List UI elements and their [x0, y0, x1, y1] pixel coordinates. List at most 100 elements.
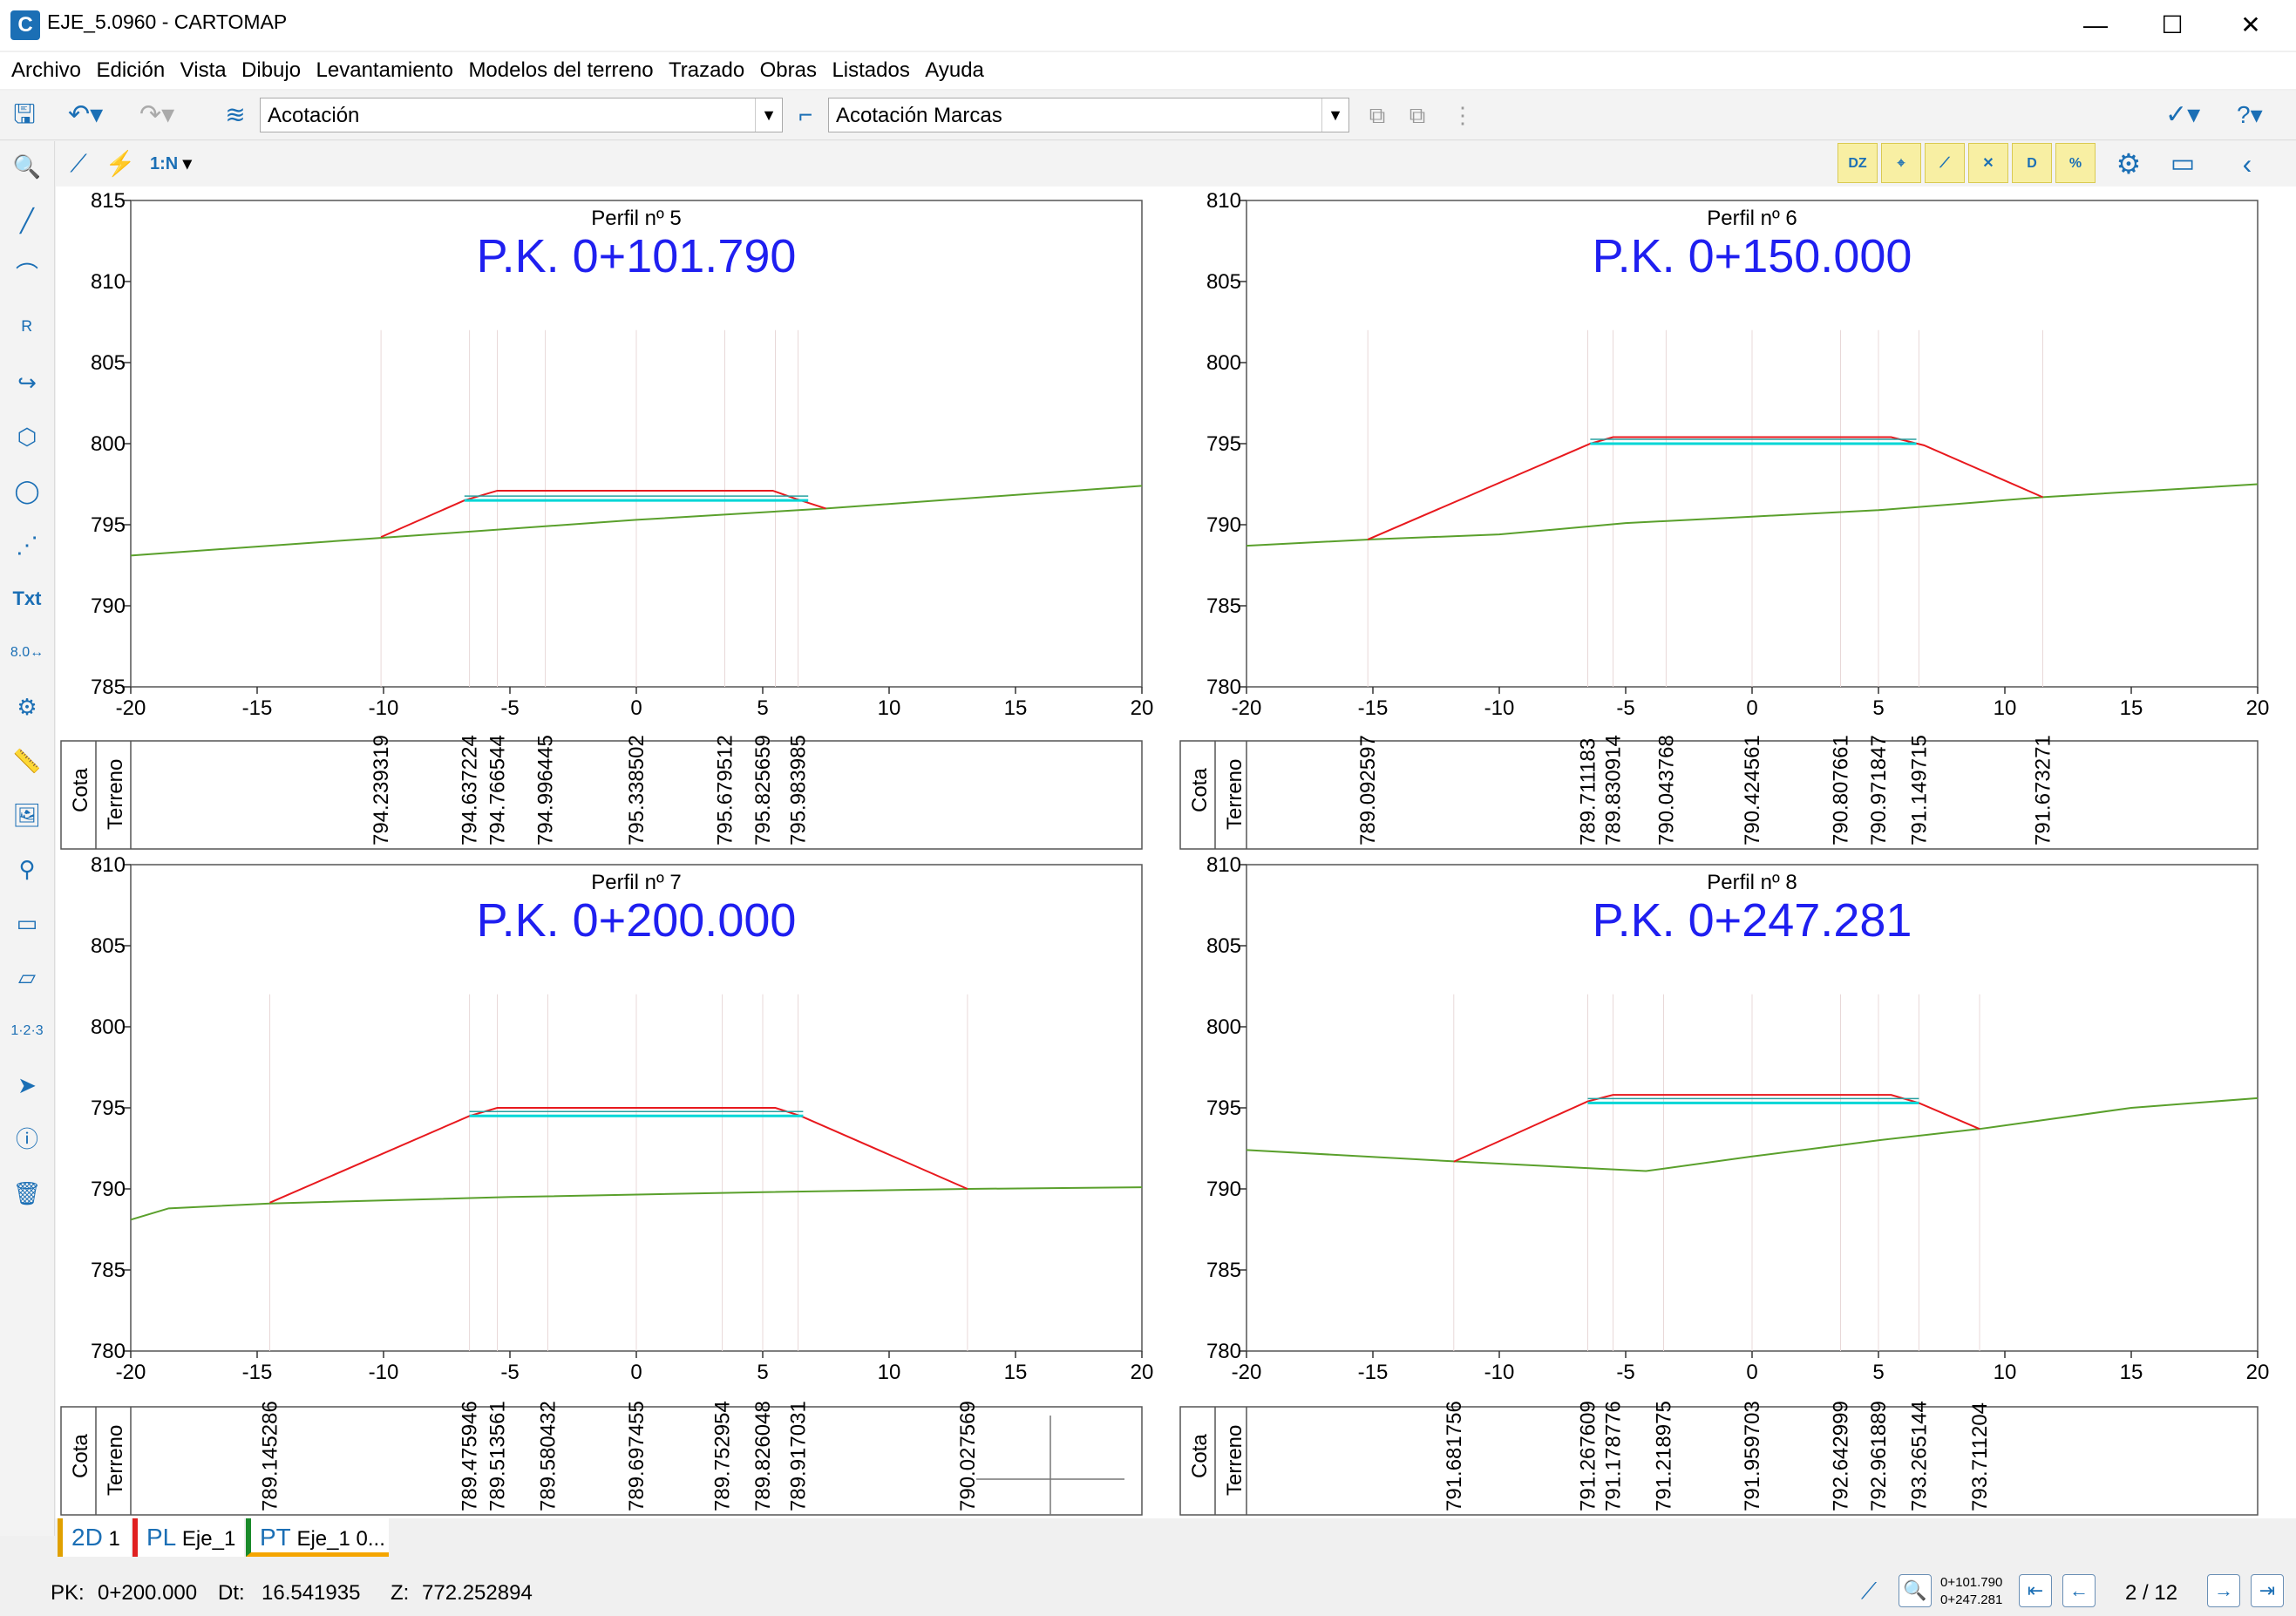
collapse-panel-icon[interactable]: ‹ [2228, 145, 2266, 183]
curve-icon[interactable]: ↪ [5, 361, 49, 404]
menu-ayuda[interactable]: Ayuda [914, 52, 984, 89]
zoom-profile-icon[interactable]: 🔍 [1899, 1574, 1932, 1607]
profile-calc-icon[interactable]: ⚡ [101, 145, 139, 183]
menu-levantamiento[interactable]: Levantamiento [305, 52, 453, 89]
elevation-label: 794.239319 [370, 735, 393, 845]
tab-pl[interactable]: PL Eje_1 [132, 1518, 244, 1557]
chevron-down-icon[interactable]: ▼ [1321, 98, 1348, 132]
pin-icon[interactable]: ⚲ [5, 847, 49, 891]
tab-2d[interactable]: 2D 1 [58, 1518, 131, 1557]
elevation-label: 792.961889 [1867, 1401, 1891, 1511]
elevation-label: 790.043768 [1654, 735, 1678, 845]
info-icon[interactable]: ⓘ [5, 1117, 49, 1161]
menu-obras[interactable]: Obras [749, 52, 817, 89]
snap-icon[interactable]: ⟋ [1851, 1574, 1886, 1607]
close-icon[interactable]: ✕ [2225, 5, 2277, 45]
x-tick-label: -10 [1484, 1361, 1515, 1384]
elevation-label: 794.766544 [486, 735, 510, 845]
intersection-icon[interactable]: ✕ [1968, 143, 2008, 183]
y-tick-label: 795 [1206, 432, 1241, 456]
tab-pt[interactable]: PT Eje_1 0... [246, 1518, 389, 1557]
numbering-icon[interactable]: 1·2·3 [5, 1009, 49, 1053]
row-title-cota: Cota [1188, 768, 1212, 812]
window-layout-icon[interactable]: ▭ [2164, 145, 2202, 183]
elevation-label: 789.475946 [459, 1401, 482, 1511]
ruler-icon[interactable]: 📏 [5, 739, 49, 783]
text-icon[interactable]: Txt [5, 577, 49, 621]
image-icon[interactable]: 🖼 [5, 793, 49, 837]
rectangle-icon[interactable]: ▭ [5, 901, 49, 945]
ungroup-icon[interactable]: ⧉ [1400, 99, 1435, 131]
x-tick-label: 20 [1131, 696, 1154, 720]
group-icon[interactable]: ⧉ [1360, 99, 1395, 131]
arc-icon[interactable]: ⌒ [5, 253, 49, 296]
menu-listados[interactable]: Listados [820, 52, 909, 89]
gear-icon[interactable]: ⚙ [2109, 145, 2148, 183]
scale-dropdown[interactable]: 1:N ▾ [150, 148, 220, 180]
redo-icon[interactable]: ↷▾ [139, 98, 192, 132]
elevation-label: 789.917031 [787, 1401, 811, 1511]
menu-trazado[interactable]: Trazado [657, 52, 744, 89]
last-page-icon[interactable]: ⇥ [2251, 1574, 2284, 1607]
style-combo[interactable]: Acotación Marcas ▼ [828, 98, 1349, 132]
trash-icon[interactable]: 🗑 [5, 1171, 49, 1215]
pk-range: 0+101.790 0+247.281 [1940, 1574, 2002, 1609]
page-indicator: 2 / 12 [2125, 1581, 2178, 1605]
layer-combo[interactable]: Acotación ▼ [260, 98, 783, 132]
elevation-label: 795.338502 [625, 735, 649, 845]
undo-icon[interactable]: ↶▾ [68, 98, 120, 132]
x-tick-label: 10 [878, 1361, 901, 1384]
maximize-icon[interactable]: ☐ [2146, 5, 2198, 45]
chevron-down-icon[interactable]: ▼ [755, 98, 782, 132]
dz-button[interactable]: DZ [1837, 143, 1878, 183]
circle-icon[interactable]: ◯ [5, 469, 49, 513]
elevation-label: 793.711204 [1968, 1402, 1992, 1511]
menu-dibujo[interactable]: Dibujo [230, 52, 301, 89]
x-tick-label: -20 [1232, 1361, 1262, 1384]
dt-label: Dt: [218, 1581, 245, 1605]
next-page-icon[interactable]: → [2207, 1574, 2240, 1607]
percent-button[interactable]: % [2055, 143, 2096, 183]
dimension-icon[interactable]: 8.0↔ [5, 631, 49, 675]
range-bottom: 0+247.281 [1940, 1592, 2003, 1607]
profile-edit-icon[interactable]: ⟋ [59, 145, 98, 183]
symmetry-icon[interactable]: ⋮ [1445, 99, 1480, 131]
minimize-icon[interactable]: — [2069, 5, 2122, 45]
polygon-icon[interactable]: ⬡ [5, 415, 49, 458]
labels-box [60, 740, 1143, 850]
line-icon[interactable]: ╱ [5, 199, 49, 242]
d-button[interactable]: D [2012, 143, 2052, 183]
menu-modelos-terreno[interactable]: Modelos del terreno [457, 52, 653, 89]
elevation-label: 795.679512 [714, 735, 737, 845]
slope-icon[interactable]: ⟋ [1925, 143, 1965, 183]
x-tick-label: 15 [1004, 1361, 1028, 1384]
menu-edicion[interactable]: Edición [85, 52, 165, 89]
elevation-label: 791.959703 [1741, 1401, 1764, 1511]
elevation-label: 791.681756 [1443, 1401, 1466, 1511]
chevron-down-icon: ▾ [182, 154, 192, 173]
y-tick-label: 785 [1206, 1259, 1241, 1282]
cut-rectangle-icon[interactable]: ▱ [5, 955, 49, 999]
check-icon[interactable]: ✓▾ [2165, 98, 2221, 132]
previous-page-icon[interactable]: ← [2062, 1574, 2096, 1607]
y-tick-label: 790 [91, 1178, 126, 1201]
angle-icon[interactable]: ⚙ [5, 685, 49, 729]
x-tick-label: -5 [1616, 1361, 1634, 1384]
menu-vista[interactable]: Vista [169, 52, 227, 89]
elevation-label: 791.673271 [2032, 735, 2055, 845]
profile-canvas[interactable]: 815 810 805 800 795 790 785 -20 -15 -10 -5 0 5 10 15 20… [56, 187, 2296, 1518]
tab-label: Eje_1 [181, 1527, 236, 1551]
radius-icon[interactable]: ᴿ [5, 307, 49, 350]
x-tick-label: 10 [1994, 1361, 2017, 1384]
cross-section-icon[interactable]: ⌖ [1881, 143, 1921, 183]
save-icon[interactable]: 🖫 [9, 99, 40, 131]
dashed-line-icon[interactable]: ⋰ [5, 523, 49, 567]
pk-label: PK: [51, 1581, 85, 1605]
pointer-icon[interactable]: ➤ [5, 1063, 49, 1107]
help-icon[interactable]: ?▾ [2237, 98, 2289, 132]
first-page-icon[interactable]: ⇤ [2019, 1574, 2052, 1607]
menu-archivo[interactable]: Archivo [0, 52, 81, 89]
search-icon[interactable]: 🔍 [5, 145, 49, 188]
elevation-label: 791.218975 [1653, 1401, 1676, 1511]
dt-value: 16.541935 [262, 1581, 361, 1605]
